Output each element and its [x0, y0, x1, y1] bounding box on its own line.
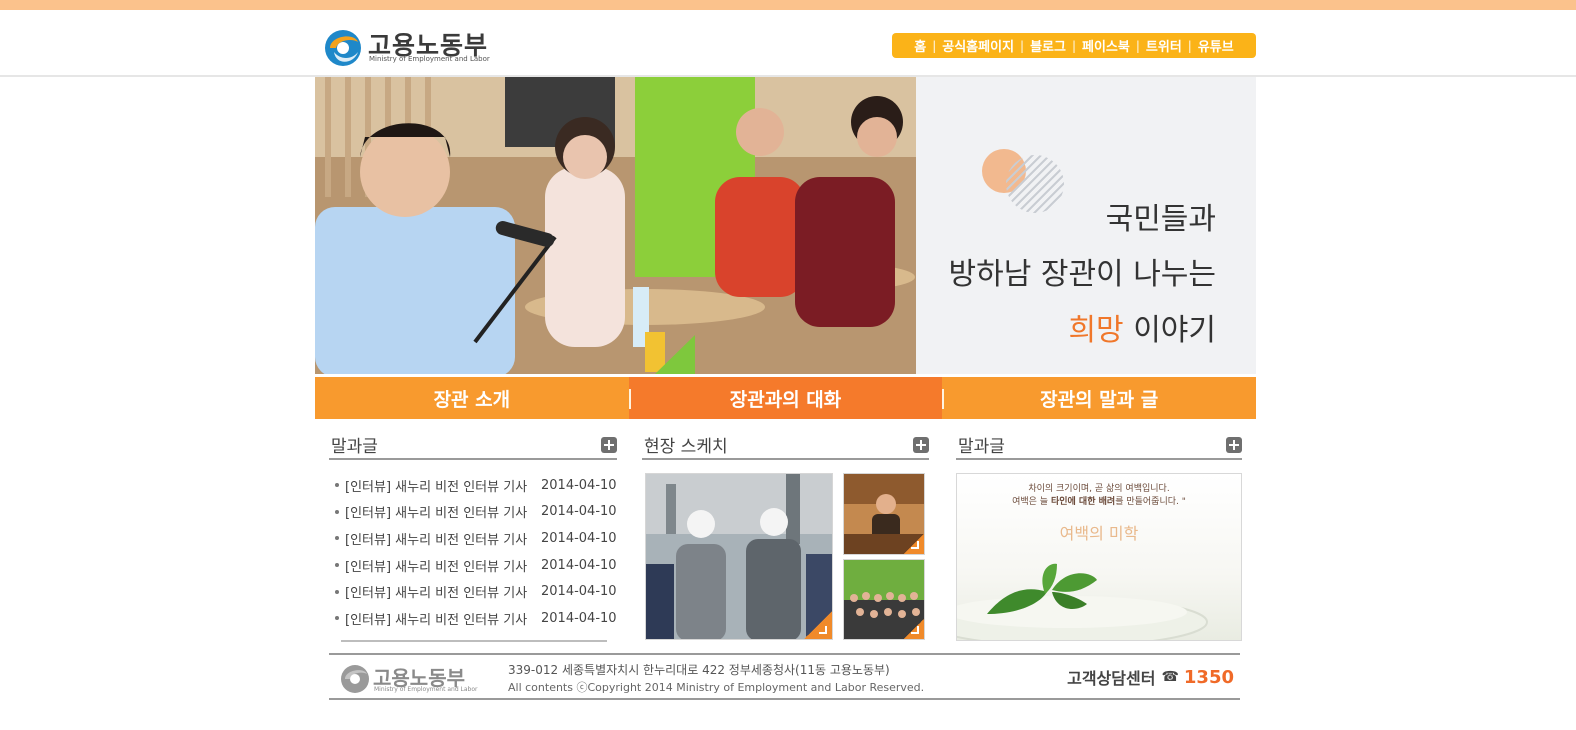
bullet-icon	[335, 483, 339, 488]
quote-card[interactable]: 차이의 크기이며, 곧 삶의 여백입니다. 여백은 늘 타인에 대한 배려를 만…	[956, 473, 1242, 641]
news-date: 2014-04-10	[541, 504, 617, 520]
words-quote-section: 말과글 차이의 크기이며, 곧 삶의 여백입니다. 여백은 늘 타인에 대한 배…	[956, 430, 1242, 642]
link-facebook[interactable]: 페이스북	[1082, 36, 1130, 55]
separator: |	[1020, 38, 1025, 53]
phone-number[interactable]: 1350	[1184, 667, 1234, 688]
quote-line-2-post: 를 만들어줍니다. "	[1115, 497, 1186, 507]
sketch-photo-2[interactable]	[843, 473, 925, 555]
expand-corner-icon	[804, 611, 832, 639]
footer-address: 339-012 세종특별자치시 한누리대로 422 정부세종청사(11동 고용노…	[508, 663, 890, 677]
words-news-section: 말과글 [인터뷰] 새누리 비전 인터뷰 기사 2014-04-10 [인터뷰] …	[329, 430, 617, 642]
link-home[interactable]: 홈	[914, 36, 926, 55]
separator: |	[1187, 38, 1192, 53]
site-footer: 고용노동부 Ministry of Employment and Labor 3…	[329, 653, 1240, 700]
news-date: 2014-04-10	[541, 530, 617, 546]
section-title: 말과글	[958, 437, 1005, 457]
news-date: 2014-04-10	[541, 584, 617, 600]
news-date: 2014-04-10	[541, 557, 617, 573]
customer-center-label: 고객상담센터	[1067, 669, 1156, 688]
quote-title: 여백의 미학	[1059, 524, 1139, 543]
section-title: 말과글	[331, 437, 378, 457]
phone-icon: ☎	[1161, 669, 1179, 685]
link-official-homepage[interactable]: 공식홈페이지	[942, 36, 1014, 55]
news-title: [인터뷰] 새누리 비전 인터뷰 기사	[345, 479, 528, 495]
hero-photo	[315, 77, 916, 374]
hero-title-line1: 국민들과	[1105, 202, 1216, 237]
main-menu: 장관 소개 장관과의 대화 장관의 말과 글	[315, 377, 1257, 419]
site-logo[interactable]: 고용노동부 Ministry of Employment and Labor	[322, 24, 492, 70]
sketch-photo-3[interactable]	[843, 559, 925, 640]
field-sketch-section: 현장 스케치	[642, 430, 929, 642]
separator: |	[1135, 38, 1140, 53]
list-item[interactable]: [인터뷰] 새누리 비전 인터뷰 기사 2014-04-10	[329, 499, 617, 526]
footer-logo-subtext: Ministry of Employment and Labor	[374, 686, 478, 693]
section-header: 말과글	[956, 430, 1242, 460]
news-date: 2014-04-10	[541, 610, 617, 626]
more-plus-icon[interactable]	[913, 437, 929, 453]
quote-line-2: 여백은 늘 타인에 대한 배려를 만들어줍니다. "	[957, 494, 1241, 507]
expand-corner-icon	[904, 619, 924, 639]
logo-subtext: Ministry of Employment and Labor	[369, 55, 490, 63]
section-header: 말과글	[329, 430, 617, 460]
section-header: 현장 스케치	[642, 430, 929, 460]
bullet-icon	[335, 536, 339, 541]
tab-minister-words[interactable]: 장관의 말과 글	[942, 377, 1257, 419]
bullet-icon	[335, 563, 339, 568]
news-date: 2014-04-10	[541, 477, 617, 493]
news-title: [인터뷰] 새누리 비전 인터뷰 기사	[345, 559, 528, 575]
ministry-logo-icon	[325, 30, 361, 66]
list-item[interactable]: [인터뷰] 새누리 비전 인터뷰 기사 2014-04-10	[329, 472, 617, 499]
separator: |	[932, 38, 937, 53]
news-title: [인터뷰] 새누리 비전 인터뷰 기사	[345, 532, 528, 548]
section-title: 현장 스케치	[644, 437, 728, 457]
news-title: [인터뷰] 새누리 비전 인터뷰 기사	[345, 586, 528, 602]
quote-line-2-bold: 타인에 대한 배려	[1050, 497, 1116, 507]
bullet-icon	[335, 589, 339, 594]
separator: |	[1071, 38, 1077, 53]
list-item[interactable]: [인터뷰] 새누리 비전 인터뷰 기사 2014-04-10	[329, 578, 617, 605]
hero-text-panel: 국민들과 방하남 장관이 나누는 희망 이야기	[916, 77, 1256, 374]
list-item[interactable]: [인터뷰] 새누리 비전 인터뷰 기사 2014-04-10	[329, 605, 617, 632]
top-links-bar: 홈 | 공식홈페이지 | 블로그 | 페이스북 | 트위터 | 유튜브	[892, 33, 1256, 58]
hero-title-line3: 희망 이야기	[916, 305, 1216, 349]
news-list: [인터뷰] 새누리 비전 인터뷰 기사 2014-04-10 [인터뷰] 새누리 …	[329, 472, 617, 632]
top-stripe	[0, 0, 1576, 10]
customer-center: 고객상담센터 ☎ 1350	[1067, 665, 1234, 689]
quote-line-2-pre: 여백은 늘	[1012, 497, 1051, 507]
bullet-icon	[335, 616, 339, 621]
list-divider	[341, 639, 607, 642]
ministry-logo-gray-icon	[341, 665, 369, 693]
mint-tea-illustration	[957, 563, 1208, 640]
expand-corner-icon	[904, 534, 924, 554]
list-item[interactable]: [인터뷰] 새누리 비전 인터뷰 기사 2014-04-10	[329, 525, 617, 552]
link-blog[interactable]: 블로그	[1030, 36, 1066, 55]
hero-highlight-word: 희망	[1068, 313, 1124, 348]
footer-copyright: All contents ⓒCopyright 2014 Ministry of…	[508, 681, 925, 694]
tab-minister-intro[interactable]: 장관 소개	[315, 377, 629, 419]
quote-line-1: 차이의 크기이며, 곧 삶의 여백입니다.	[1028, 484, 1170, 494]
hero-title-line3-rest: 이야기	[1123, 313, 1216, 348]
news-title: [인터뷰] 새누리 비전 인터뷰 기사	[345, 506, 528, 522]
sketch-photo-main[interactable]	[645, 473, 833, 640]
tab-minister-dialogue[interactable]: 장관과의 대화	[628, 377, 943, 419]
list-item[interactable]: [인터뷰] 새누리 비전 인터뷰 기사 2014-04-10	[329, 552, 617, 579]
link-twitter[interactable]: 트위터	[1146, 36, 1182, 55]
hero-photo-illustration	[315, 77, 916, 374]
news-title: [인터뷰] 새누리 비전 인터뷰 기사	[345, 612, 528, 628]
footer-logo[interactable]: 고용노동부 Ministry of Employment and Labor	[339, 662, 479, 696]
bullet-icon	[335, 509, 339, 514]
more-plus-icon[interactable]	[601, 437, 617, 453]
link-youtube[interactable]: 유튜브	[1198, 36, 1234, 55]
more-plus-icon[interactable]	[1226, 437, 1242, 453]
hero-title-line2: 방하남 장관이 나누는	[948, 257, 1216, 292]
hero-banner: 국민들과 방하남 장관이 나누는 희망 이야기	[315, 77, 1256, 374]
